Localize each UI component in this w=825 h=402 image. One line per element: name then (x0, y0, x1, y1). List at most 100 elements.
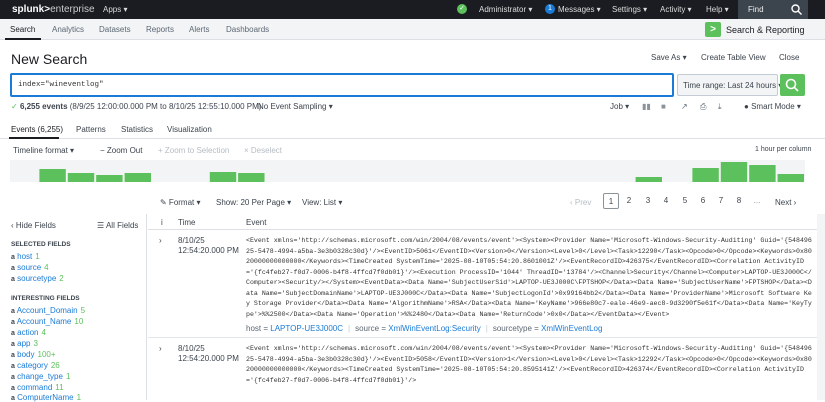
search-icon (785, 78, 799, 92)
source-value[interactable]: XmlWinEventLog:Security (388, 324, 480, 333)
event-sampling-menu[interactable]: No Event Sampling ▾ (258, 102, 333, 111)
tab-analytics[interactable]: Analytics (52, 25, 84, 34)
page-button[interactable]: 5 (677, 193, 693, 209)
timeline-bar[interactable] (692, 168, 719, 182)
table-row: › 8/10/25 12:54:20.000 PM <Event xmlns='h… (148, 230, 825, 338)
col-i-header: i (161, 218, 163, 227)
sourcetype-value[interactable]: XmlWinEventLog (541, 324, 602, 333)
bulb-icon: ● (744, 102, 749, 111)
health-ok-icon[interactable]: ✓ (457, 4, 467, 14)
export-icon[interactable]: ⤓ (718, 102, 722, 112)
zoom-to-selection-button[interactable]: + Zoom to Selection (158, 146, 229, 155)
view-mode-menu[interactable]: View: List ▾ (302, 198, 342, 207)
field-item[interactable]: a Account_Domain 5 (11, 306, 85, 315)
administrator-menu[interactable]: Administrator ▾ (479, 5, 532, 14)
page-button[interactable]: 3 (640, 193, 656, 209)
timeline-bar[interactable] (124, 173, 151, 182)
timeline-bar[interactable] (749, 165, 776, 182)
event-time: 8/10/25 12:54:20.000 PM (178, 344, 239, 363)
expand-icon[interactable]: › (159, 344, 162, 353)
page-button[interactable]: 7 (713, 193, 729, 209)
run-search-button[interactable] (780, 74, 805, 96)
search-icon[interactable] (791, 4, 802, 15)
share-icon[interactable]: ↗ (681, 102, 688, 111)
field-item[interactable]: a source 4 (11, 263, 49, 272)
scrollbar[interactable] (817, 214, 825, 400)
timeline-bar[interactable] (67, 173, 95, 182)
all-fields-button[interactable]: ☰ All Fields (97, 221, 138, 230)
page-button[interactable]: 4 (658, 193, 674, 209)
tab-visualization[interactable]: Visualization (167, 125, 212, 134)
page-button[interactable]: 1 (603, 193, 619, 209)
field-item[interactable]: a Account_Name 10 (11, 317, 83, 326)
expand-icon[interactable]: › (159, 236, 162, 245)
timeline-format-menu[interactable]: Timeline format ▾ (13, 146, 74, 155)
field-item[interactable]: a host 1 (11, 252, 40, 261)
create-table-view-button[interactable]: Create Table View (701, 53, 766, 62)
col-event-header: Event (246, 218, 267, 227)
events-count: 6,255 events (19, 102, 68, 111)
timeline-bar[interactable] (238, 173, 265, 182)
help-menu[interactable]: Help ▾ (706, 5, 729, 14)
timeline-chart[interactable] (10, 160, 805, 182)
field-item[interactable]: a ComputerName 1 (11, 393, 81, 402)
close-button[interactable]: Close (779, 53, 799, 62)
timeline-bar[interactable] (777, 174, 804, 182)
activity-menu[interactable]: Activity ▾ (660, 5, 692, 14)
zoom-out-button[interactable]: − Zoom Out (100, 146, 142, 155)
settings-menu[interactable]: Settings ▾ (612, 5, 647, 14)
field-item[interactable]: a action 4 (11, 328, 46, 337)
host-value[interactable]: LAPTOP-UE3J000C (270, 324, 343, 333)
page-button[interactable]: 2 (621, 193, 637, 209)
timeline-svg (39, 162, 804, 182)
timeline-bar[interactable] (720, 162, 748, 182)
search-query-input[interactable]: index="wineventlog" (10, 73, 674, 97)
field-item[interactable]: a app 3 (11, 339, 38, 348)
prev-page-button[interactable]: ‹ Prev (570, 198, 591, 207)
time-range-picker[interactable]: Time range: Last 24 hours ▾ (677, 74, 782, 96)
splunk-logo[interactable]: splunk>enterprise (12, 4, 95, 15)
tab-statistics[interactable]: Statistics (121, 125, 153, 134)
timeline-bar[interactable] (635, 177, 662, 182)
timeline-bar[interactable] (39, 169, 66, 182)
field-item[interactable]: a category 26 (11, 361, 60, 370)
messages-menu[interactable]: Messages ▾ (558, 5, 601, 14)
stop-icon[interactable]: ■ (661, 102, 666, 111)
tab-search[interactable]: Search (10, 25, 35, 34)
app-brand[interactable]: > Search & Reporting (705, 21, 805, 38)
table-row: › 8/10/25 12:54:20.000 PM <Event xmlns='h… (148, 338, 825, 400)
field-item[interactable]: a sourcetype 2 (11, 274, 64, 283)
page-title: New Search (11, 51, 88, 67)
format-menu[interactable]: ✎ Format ▾ (160, 198, 201, 207)
smart-mode-menu[interactable]: ● Smart Mode ▾ (744, 102, 801, 111)
hide-fields-button[interactable]: ‹ Hide Fields (11, 221, 56, 230)
field-item[interactable]: a change_type 1 (11, 372, 70, 381)
col-time-header[interactable]: Time (178, 218, 195, 227)
print-icon[interactable]: ⎙ (700, 102, 706, 112)
field-item[interactable]: a command 11 (11, 383, 64, 392)
tab-events[interactable]: Events (6,255) (11, 125, 63, 134)
job-menu[interactable]: Job ▾ (610, 102, 629, 111)
page-button[interactable]: 6 (695, 193, 711, 209)
field-item[interactable]: a body 100+ (11, 350, 56, 359)
deselect-button[interactable]: × Deselect (244, 146, 282, 155)
page-button[interactable]: 8 (731, 193, 747, 209)
save-as-menu[interactable]: Save As ▾ (651, 53, 687, 62)
tab-datasets[interactable]: Datasets (99, 25, 131, 34)
events-range: (8/9/25 12:00:00.000 PM to 8/10/25 12:55… (69, 102, 262, 111)
apps-menu[interactable]: Apps ▾ (103, 5, 127, 14)
tab-reports[interactable]: Reports (146, 25, 174, 34)
tab-alerts[interactable]: Alerts (189, 25, 209, 34)
timeline-bar[interactable] (96, 175, 123, 182)
job-status: ✓ 6,255 events (8/9/25 12:00:00.000 PM t… (11, 102, 261, 111)
timeline-bar[interactable] (209, 172, 237, 182)
event-time: 8/10/25 12:54:20.000 PM (178, 236, 239, 255)
per-page-menu[interactable]: Show: 20 Per Page ▾ (216, 198, 291, 207)
active-tab-indicator (9, 137, 59, 139)
tab-patterns[interactable]: Patterns (76, 125, 106, 134)
page-ellipsis: ... (753, 196, 761, 205)
pause-icon[interactable]: ▮▮ (642, 102, 651, 111)
tab-dashboards[interactable]: Dashboards (226, 25, 269, 34)
selected-fields-heading: SELECTED FIELDS (11, 241, 71, 248)
next-page-button[interactable]: Next › (775, 198, 796, 207)
